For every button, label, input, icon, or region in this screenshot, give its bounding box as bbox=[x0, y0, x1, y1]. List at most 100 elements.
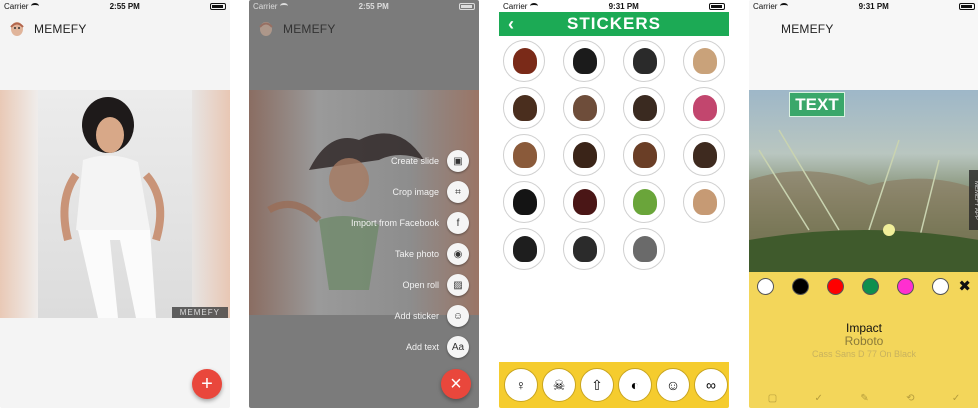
brown-long-hair-icon bbox=[573, 95, 597, 121]
facebook-icon: f bbox=[447, 212, 469, 234]
font-option[interactable]: Roboto bbox=[749, 335, 978, 348]
black-long-hair-icon bbox=[513, 189, 537, 215]
sticker-item[interactable] bbox=[503, 40, 545, 82]
screen-home: Carrier 2:55 PM MEMEFY MEMEFY + bbox=[0, 0, 230, 408]
text-style-panel: ✖ Impact Roboto Cass Sans D 77 On Black … bbox=[749, 272, 978, 408]
back-chevron-icon[interactable]: ‹ bbox=[499, 14, 523, 35]
arrow-category-icon[interactable]: ⇧ bbox=[580, 368, 614, 402]
sticker-item[interactable] bbox=[683, 134, 725, 176]
status-bar: Carrier 2:55 PM bbox=[0, 0, 230, 12]
battery-icon bbox=[459, 2, 475, 10]
beard-category-icon[interactable]: ☺ bbox=[656, 368, 690, 402]
text-sticker[interactable]: TEXT bbox=[789, 92, 845, 117]
toolbar-tool-icon[interactable]: ✓ bbox=[952, 393, 960, 404]
sticker-item[interactable] bbox=[623, 40, 665, 82]
carrier-label: Carrier bbox=[4, 1, 29, 11]
camera-icon: ◉ bbox=[447, 243, 469, 265]
sticker-item[interactable] bbox=[503, 134, 545, 176]
brown-spiky-hair-icon bbox=[633, 142, 657, 168]
menu-item-take-photo[interactable]: Take photo ◉ bbox=[395, 243, 469, 265]
color-swatches bbox=[757, 278, 949, 295]
photo-canvas[interactable] bbox=[749, 90, 978, 272]
menu-item-import-facebook[interactable]: Import from Facebook f bbox=[351, 212, 469, 234]
menu-item-open-roll[interactable]: Open roll ▨ bbox=[402, 274, 469, 296]
black-flat-hair-icon bbox=[573, 236, 597, 262]
brown-curly-hair-icon bbox=[513, 95, 537, 121]
crop-icon: ⌗ bbox=[447, 181, 469, 203]
clock: 2:55 PM bbox=[109, 1, 140, 11]
color-swatch[interactable] bbox=[862, 278, 879, 295]
sticker-item[interactable] bbox=[623, 181, 665, 223]
menu-item-crop-image[interactable]: Crop image ⌗ bbox=[392, 181, 469, 203]
menu-item-add-sticker[interactable]: Add sticker ☺ bbox=[394, 305, 469, 327]
app-title: MEMEFY bbox=[781, 22, 834, 36]
chain-category-icon[interactable]: ∞ bbox=[694, 368, 728, 402]
toolbar-tool-icon[interactable]: ⟲ bbox=[906, 393, 914, 404]
sticker-item[interactable] bbox=[503, 228, 545, 270]
dark-red-long-hair-icon bbox=[573, 189, 597, 215]
sticker-item[interactable] bbox=[563, 134, 605, 176]
sticker-item[interactable] bbox=[683, 87, 725, 129]
add-fab-button[interactable]: + bbox=[192, 369, 222, 399]
sticker-item[interactable] bbox=[563, 181, 605, 223]
slideshow-icon: ▣ bbox=[447, 150, 469, 172]
red-curly-hair-icon bbox=[513, 48, 537, 74]
close-icon: × bbox=[450, 372, 462, 395]
toolbar-tool-icon[interactable]: ✓ bbox=[815, 393, 823, 404]
sticker-item[interactable] bbox=[563, 228, 605, 270]
battery-icon bbox=[709, 2, 725, 10]
toolbar-tool-icon[interactable]: ▢ bbox=[768, 393, 777, 404]
woman-photo bbox=[60, 97, 165, 318]
auburn-short-hair-icon bbox=[513, 142, 537, 168]
sticker-item[interactable] bbox=[503, 181, 545, 223]
brown-short-hair-icon bbox=[633, 95, 657, 121]
color-swatch[interactable] bbox=[792, 278, 809, 295]
hair-category-icon[interactable]: ♀ bbox=[504, 368, 538, 402]
toolbar-tool-icon[interactable]: ✎ bbox=[860, 393, 868, 404]
clock: 2:55 PM bbox=[358, 1, 389, 11]
menu-item-add-text[interactable]: Add text Aa bbox=[406, 336, 469, 358]
carrier-label: Carrier bbox=[503, 1, 528, 11]
plus-icon: + bbox=[201, 372, 213, 395]
font-picker[interactable]: Impact Roboto Cass Sans D 77 On Black bbox=[749, 322, 978, 361]
screen-text-editor: Carrier 9:31 PM MEMEFY TEXT MEMEFY APP ✖… bbox=[749, 0, 978, 408]
sticker-grid bbox=[503, 40, 727, 270]
status-bar: Carrier 9:31 PM bbox=[749, 0, 978, 12]
wifi-icon bbox=[780, 3, 789, 9]
side-watermark: MEMEFY APP bbox=[969, 170, 978, 230]
dunes-photo bbox=[749, 129, 978, 272]
photo-image bbox=[38, 90, 192, 318]
black-short-hair-icon bbox=[513, 236, 537, 262]
mask-category-icon[interactable]: ◐ bbox=[618, 368, 652, 402]
color-swatch[interactable] bbox=[827, 278, 844, 295]
sticker-item[interactable] bbox=[623, 228, 665, 270]
sticker-category-bar: ♀ ☠ ⇧ ◐ ☺ ∞ bbox=[499, 362, 729, 408]
sticker-item[interactable] bbox=[503, 87, 545, 129]
color-swatch[interactable] bbox=[757, 278, 774, 295]
close-fab-button[interactable]: × bbox=[441, 369, 471, 399]
green-pigtails-hair-icon bbox=[633, 189, 657, 215]
sticker-item[interactable] bbox=[563, 87, 605, 129]
sticker-item[interactable] bbox=[683, 181, 725, 223]
font-option[interactable]: Cass Sans D 77 On Black bbox=[749, 348, 978, 361]
color-swatch[interactable] bbox=[897, 278, 914, 295]
editor-toolbar: ▢ ✓ ✎ ⟲ ✓ bbox=[749, 388, 978, 408]
screen-menu: Carrier 2:55 PM MEMEFY Create slide ▣ Cro… bbox=[249, 0, 479, 408]
blonde-bun-hair-icon bbox=[693, 48, 717, 74]
carrier-label: Carrier bbox=[253, 1, 278, 11]
menu-item-create-slide[interactable]: Create slide ▣ bbox=[391, 150, 469, 172]
app-title: MEMEFY bbox=[34, 22, 87, 36]
color-swatch[interactable] bbox=[932, 278, 949, 295]
sticker-item[interactable] bbox=[563, 40, 605, 82]
sticker-item[interactable] bbox=[683, 40, 725, 82]
photo-canvas[interactable]: MEMEFY bbox=[0, 90, 230, 318]
stickers-header: ‹ STICKERS bbox=[499, 12, 729, 36]
close-icon[interactable]: ✖ bbox=[958, 277, 971, 295]
pirate-category-icon[interactable]: ☠ bbox=[542, 368, 576, 402]
watermark: MEMEFY bbox=[171, 307, 228, 318]
wifi-icon bbox=[530, 3, 539, 9]
sticker-item[interactable] bbox=[623, 87, 665, 129]
app-bar: MEMEFY bbox=[0, 14, 230, 44]
black-afro-hair-icon bbox=[573, 48, 597, 74]
sticker-item[interactable] bbox=[623, 134, 665, 176]
